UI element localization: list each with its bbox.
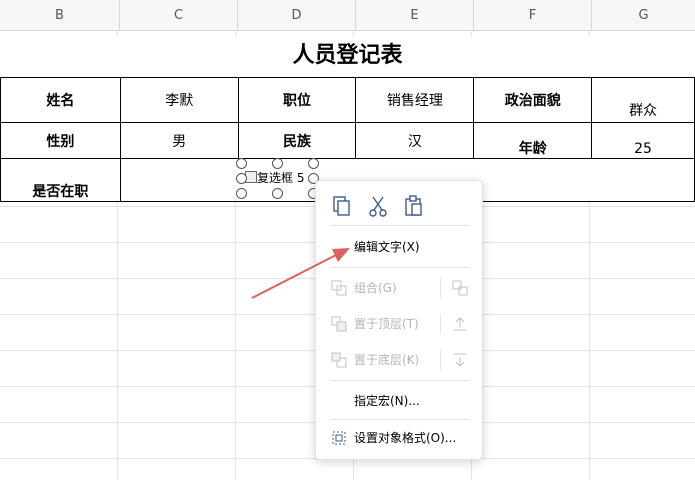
menu-item-format-object-label: 设置对象格式(O)...	[354, 431, 457, 445]
resize-handle-top[interactable]	[272, 158, 283, 169]
cell-label-employed[interactable]: 是否在职	[0, 158, 121, 202]
cell-value-ethnicity[interactable]: 汉	[355, 122, 475, 159]
context-menu: 编辑文字(X) 组合(G) 置于顶层(T) 置于底层(K) 指定宏(N)... …	[315, 180, 483, 460]
cell-value-position[interactable]: 销售经理	[355, 77, 475, 123]
menu-item-send-to-back-label: 置于底层(K)	[354, 353, 420, 367]
send-backward-icon[interactable]	[452, 352, 468, 368]
column-header-e[interactable]: E	[356, 0, 474, 30]
menu-item-bring-to-front-label: 置于顶层(T)	[354, 317, 419, 331]
menu-separator	[330, 267, 470, 268]
menu-item-edit-text[interactable]: 编辑文字(X)	[316, 233, 482, 261]
cell-label-age[interactable]: 年龄	[473, 122, 593, 159]
group-icon	[331, 280, 347, 296]
column-header-c[interactable]: C	[120, 0, 238, 30]
menu-item-bring-to-front[interactable]: 置于顶层(T)	[316, 310, 482, 338]
copy-icon[interactable]	[328, 193, 356, 221]
cell-label-name[interactable]: 姓名	[0, 77, 121, 123]
menu-item-assign-macro-label: 指定宏(N)...	[354, 394, 420, 408]
cell-label-political[interactable]: 政治面貌	[473, 77, 593, 123]
menu-separator	[330, 380, 470, 381]
cell-value-gender[interactable]: 男	[119, 122, 239, 159]
menu-vertical-separator	[440, 350, 441, 370]
menu-vertical-separator	[440, 314, 441, 334]
column-header-bar: B C D E F G	[0, 0, 695, 31]
sheet-title[interactable]: 人员登记表	[0, 36, 695, 76]
column-header-f[interactable]: F	[474, 0, 592, 30]
menu-icon-row	[326, 193, 466, 223]
cell-label-position[interactable]: 职位	[237, 77, 357, 123]
resize-handle-top-right[interactable]	[308, 158, 319, 169]
bring-to-front-icon	[331, 316, 347, 332]
menu-item-send-to-back[interactable]: 置于底层(K)	[316, 346, 482, 374]
menu-separator	[330, 419, 470, 420]
checkbox-label: 复选框 5	[257, 171, 305, 185]
menu-item-format-object[interactable]: 设置对象格式(O)...	[316, 424, 482, 452]
resize-handle-left[interactable]	[236, 173, 247, 184]
bring-forward-icon[interactable]	[452, 316, 468, 332]
format-object-icon	[331, 430, 347, 446]
cell-label-gender[interactable]: 性别	[0, 122, 121, 159]
cell-value-name[interactable]: 李默	[119, 77, 239, 123]
menu-item-edit-text-label: 编辑文字(X)	[354, 240, 420, 254]
cell-value-political[interactable]: 群众	[591, 77, 695, 123]
resize-handle-bottom-left[interactable]	[236, 188, 247, 199]
column-header-d[interactable]: D	[238, 0, 356, 30]
send-to-back-icon	[331, 352, 347, 368]
resize-handle-top-left[interactable]	[236, 158, 247, 169]
menu-item-group-label: 组合(G)	[354, 281, 397, 295]
cell-value-age[interactable]: 25	[591, 122, 695, 159]
ungroup-icon[interactable]	[452, 280, 468, 296]
column-header-b[interactable]: B	[0, 0, 120, 30]
menu-item-assign-macro[interactable]: 指定宏(N)...	[316, 387, 482, 415]
column-header-g[interactable]: G	[592, 0, 695, 30]
menu-separator	[330, 225, 470, 226]
cut-icon[interactable]	[364, 193, 392, 221]
paste-icon[interactable]	[400, 193, 428, 221]
menu-item-group[interactable]: 组合(G)	[316, 274, 482, 302]
menu-vertical-separator	[440, 278, 441, 298]
resize-handle-bottom[interactable]	[272, 188, 283, 199]
cell-label-ethnicity[interactable]: 民族	[237, 122, 357, 159]
